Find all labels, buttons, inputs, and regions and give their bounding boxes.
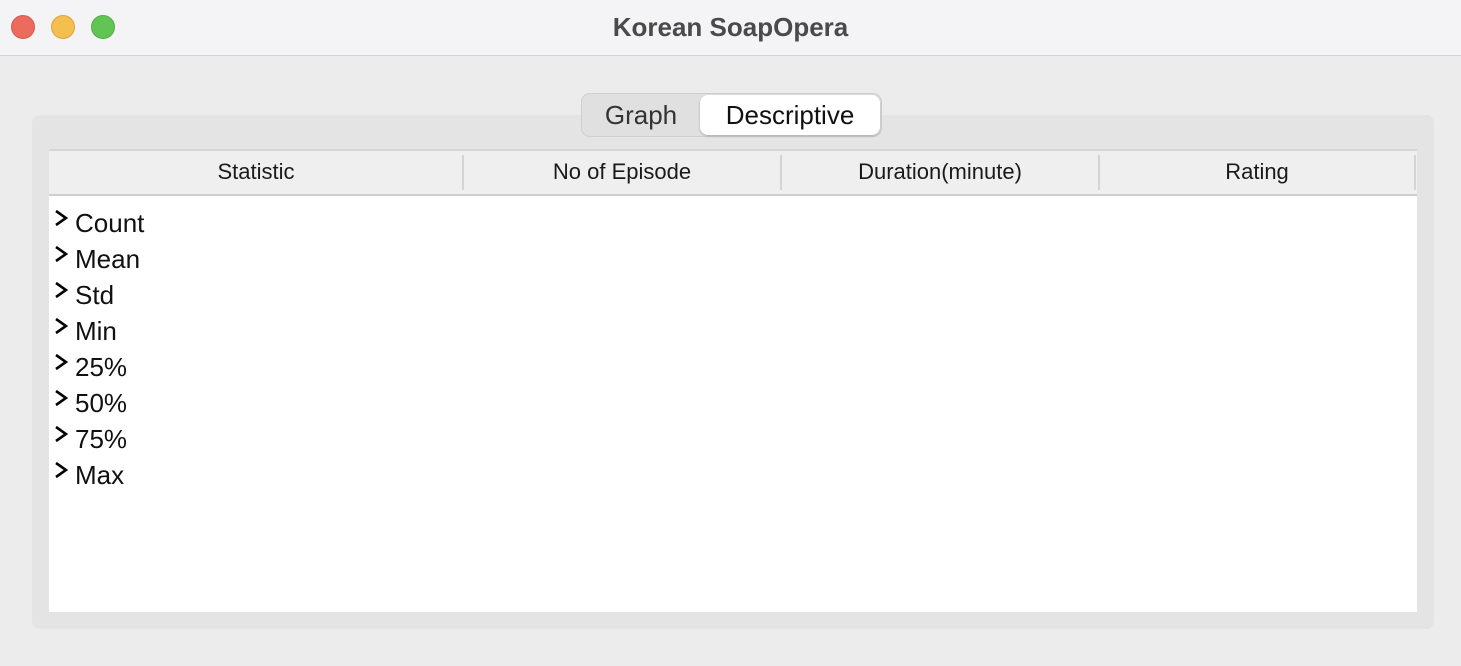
tab-bar: Graph Descriptive [581, 93, 882, 137]
column-header-duration[interactable]: Duration(minute) [781, 151, 1099, 194]
chevron-right-icon[interactable] [54, 424, 68, 448]
column-header-no-of-episode[interactable]: No of Episode [463, 151, 781, 194]
app-window: Korean SoapOpera Graph Descriptive Stati… [0, 0, 1461, 666]
row-label-75-percent: 75% [75, 424, 128, 454]
table-row[interactable]: Min [49, 313, 1417, 349]
chevron-right-icon[interactable] [54, 244, 68, 268]
table-row[interactable]: Count [49, 205, 1417, 241]
statistics-table: Statistic No of Episode Duration(minute)… [49, 149, 1417, 612]
column-separator[interactable] [1414, 155, 1416, 190]
column-header-statistic[interactable]: Statistic [49, 151, 463, 194]
tab-descriptive[interactable]: Descriptive [700, 95, 880, 135]
minimize-window-button[interactable] [51, 15, 75, 39]
table-body: Count Mean Std Min 25% 50% 75% Max [49, 205, 1417, 493]
table-row[interactable]: Std [49, 277, 1417, 313]
row-label-mean: Mean [75, 244, 141, 274]
row-label-25-percent: 25% [75, 352, 128, 382]
maximize-window-button[interactable] [91, 15, 115, 39]
tab-graph[interactable]: Graph [584, 95, 698, 135]
row-label-50-percent: 50% [75, 388, 128, 418]
chevron-right-icon[interactable] [54, 316, 68, 340]
row-label-min: Min [75, 316, 117, 346]
title-bar: Korean SoapOpera [0, 0, 1461, 56]
row-label-count: Count [75, 208, 145, 238]
chevron-right-icon[interactable] [54, 208, 68, 232]
row-label-max: Max [75, 460, 125, 490]
table-row[interactable]: Max [49, 457, 1417, 493]
window-title: Korean SoapOpera [612, 12, 849, 42]
chevron-right-icon[interactable] [54, 352, 68, 376]
table-row[interactable]: 50% [49, 385, 1417, 421]
chevron-right-icon[interactable] [54, 280, 68, 304]
chevron-right-icon[interactable] [54, 388, 68, 412]
chevron-right-icon[interactable] [54, 460, 68, 484]
close-window-button[interactable] [11, 15, 35, 39]
row-label-std: Std [75, 280, 115, 310]
column-header-rating[interactable]: Rating [1099, 151, 1415, 194]
table-row[interactable]: Mean [49, 241, 1417, 277]
table-header: Statistic No of Episode Duration(minute)… [49, 149, 1417, 196]
table-row[interactable]: 75% [49, 421, 1417, 457]
table-row[interactable]: 25% [49, 349, 1417, 385]
